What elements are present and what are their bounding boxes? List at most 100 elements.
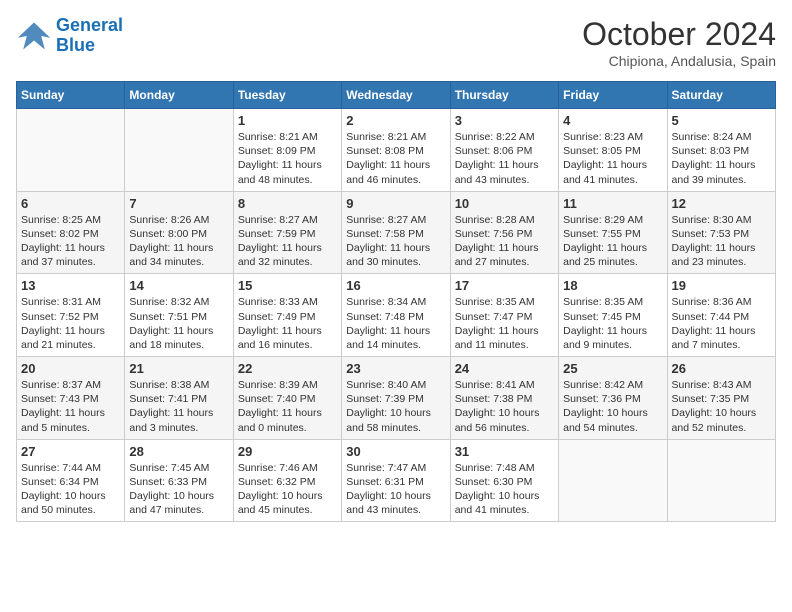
day-number: 1 xyxy=(238,113,337,128)
calendar-cell: 20 Sunrise: 8:37 AM Sunset: 7:43 PM Dayli… xyxy=(17,357,125,440)
day-info: Sunrise: 8:35 AM Sunset: 7:45 PM Dayligh… xyxy=(563,295,662,352)
day-info: Sunrise: 8:29 AM Sunset: 7:55 PM Dayligh… xyxy=(563,213,662,270)
calendar-table: SundayMondayTuesdayWednesdayThursdayFrid… xyxy=(16,81,776,522)
calendar-cell: 17 Sunrise: 8:35 AM Sunset: 7:47 PM Dayli… xyxy=(450,274,558,357)
calendar-cell: 2 Sunrise: 8:21 AM Sunset: 8:08 PM Daylig… xyxy=(342,109,450,192)
day-number: 21 xyxy=(129,361,228,376)
day-info: Sunrise: 8:39 AM Sunset: 7:40 PM Dayligh… xyxy=(238,378,337,435)
calendar-day-header: Monday xyxy=(125,82,233,109)
calendar-cell: 28Sunrise: 7:45 AM Sunset: 6:33 PM Dayli… xyxy=(125,439,233,522)
day-info: Sunrise: 8:27 AM Sunset: 7:58 PM Dayligh… xyxy=(346,213,445,270)
day-number: 23 xyxy=(346,361,445,376)
day-info: Sunrise: 8:25 AM Sunset: 8:02 PM Dayligh… xyxy=(21,213,120,270)
day-number: 31 xyxy=(455,444,554,459)
day-number: 7 xyxy=(129,196,228,211)
calendar-cell xyxy=(17,109,125,192)
calendar-cell: 29 Sunrise: 7:46 AM Sunset: 6:32 PM Dayli… xyxy=(233,439,341,522)
day-info: Sunrise: 8:31 AM Sunset: 7:52 PM Dayligh… xyxy=(21,295,120,352)
day-info: Sunrise: 7:46 AM Sunset: 6:32 PM Dayligh… xyxy=(238,461,337,518)
calendar-cell: 23 Sunrise: 8:40 AM Sunset: 7:39 PM Dayli… xyxy=(342,357,450,440)
day-number: 15 xyxy=(238,278,337,293)
day-number: 20 xyxy=(21,361,120,376)
calendar-cell xyxy=(125,109,233,192)
calendar-day-header: Tuesday xyxy=(233,82,341,109)
calendar-week-row: 1 Sunrise: 8:21 AM Sunset: 8:09 PM Daylig… xyxy=(17,109,776,192)
day-number: 25 xyxy=(563,361,662,376)
day-info: Sunrise: 8:21 AM Sunset: 8:08 PM Dayligh… xyxy=(346,130,445,187)
day-number: 30 xyxy=(346,444,445,459)
calendar-body: 1 Sunrise: 8:21 AM Sunset: 8:09 PM Daylig… xyxy=(17,109,776,522)
day-info: Sunrise: 8:23 AM Sunset: 8:05 PM Dayligh… xyxy=(563,130,662,187)
calendar-day-header: Wednesday xyxy=(342,82,450,109)
day-info: Sunrise: 8:30 AM Sunset: 7:53 PM Dayligh… xyxy=(672,213,771,270)
calendar-cell: 25 Sunrise: 8:42 AM Sunset: 7:36 PM Dayli… xyxy=(559,357,667,440)
day-info: Sunrise: 7:47 AM Sunset: 6:31 PM Dayligh… xyxy=(346,461,445,518)
calendar-day-header: Thursday xyxy=(450,82,558,109)
calendar-cell: 7 Sunrise: 8:26 AM Sunset: 8:00 PM Daylig… xyxy=(125,191,233,274)
month-title: October 2024 xyxy=(582,16,776,53)
calendar-cell: 15 Sunrise: 8:33 AM Sunset: 7:49 PM Dayli… xyxy=(233,274,341,357)
calendar-week-row: 27Sunrise: 7:44 AM Sunset: 6:34 PM Dayli… xyxy=(17,439,776,522)
day-number: 6 xyxy=(21,196,120,211)
logo-icon xyxy=(16,18,52,54)
day-number: 4 xyxy=(563,113,662,128)
location-subtitle: Chipiona, Andalusia, Spain xyxy=(582,53,776,69)
day-info: Sunrise: 7:48 AM Sunset: 6:30 PM Dayligh… xyxy=(455,461,554,518)
day-info: Sunrise: 8:40 AM Sunset: 7:39 PM Dayligh… xyxy=(346,378,445,435)
day-number: 17 xyxy=(455,278,554,293)
day-number: 2 xyxy=(346,113,445,128)
calendar-header-row: SundayMondayTuesdayWednesdayThursdayFrid… xyxy=(17,82,776,109)
calendar-cell: 21 Sunrise: 8:38 AM Sunset: 7:41 PM Dayli… xyxy=(125,357,233,440)
calendar-cell: 30 Sunrise: 7:47 AM Sunset: 6:31 PM Dayli… xyxy=(342,439,450,522)
calendar-cell: 26 Sunrise: 8:43 AM Sunset: 7:35 PM Dayli… xyxy=(667,357,775,440)
day-info: Sunrise: 8:21 AM Sunset: 8:09 PM Dayligh… xyxy=(238,130,337,187)
day-number: 28 xyxy=(129,444,228,459)
calendar-cell: 10 Sunrise: 8:28 AM Sunset: 7:56 PM Dayli… xyxy=(450,191,558,274)
calendar-week-row: 13 Sunrise: 8:31 AM Sunset: 7:52 PM Dayli… xyxy=(17,274,776,357)
day-info: Sunrise: 8:37 AM Sunset: 7:43 PM Dayligh… xyxy=(21,378,120,435)
calendar-cell: 14 Sunrise: 8:32 AM Sunset: 7:51 PM Dayli… xyxy=(125,274,233,357)
calendar-cell: 18 Sunrise: 8:35 AM Sunset: 7:45 PM Dayli… xyxy=(559,274,667,357)
day-number: 14 xyxy=(129,278,228,293)
title-block: October 2024 Chipiona, Andalusia, Spain xyxy=(582,16,776,69)
day-info: Sunrise: 8:41 AM Sunset: 7:38 PM Dayligh… xyxy=(455,378,554,435)
day-number: 8 xyxy=(238,196,337,211)
day-info: Sunrise: 8:33 AM Sunset: 7:49 PM Dayligh… xyxy=(238,295,337,352)
day-number: 22 xyxy=(238,361,337,376)
day-number: 24 xyxy=(455,361,554,376)
calendar-cell: 19Sunrise: 8:36 AM Sunset: 7:44 PM Dayli… xyxy=(667,274,775,357)
calendar-cell: 27Sunrise: 7:44 AM Sunset: 6:34 PM Dayli… xyxy=(17,439,125,522)
calendar-cell: 1 Sunrise: 8:21 AM Sunset: 8:09 PM Daylig… xyxy=(233,109,341,192)
calendar-cell: 4 Sunrise: 8:23 AM Sunset: 8:05 PM Daylig… xyxy=(559,109,667,192)
day-info: Sunrise: 8:26 AM Sunset: 8:00 PM Dayligh… xyxy=(129,213,228,270)
day-info: Sunrise: 8:42 AM Sunset: 7:36 PM Dayligh… xyxy=(563,378,662,435)
calendar-cell xyxy=(667,439,775,522)
calendar-cell: 3 Sunrise: 8:22 AM Sunset: 8:06 PM Daylig… xyxy=(450,109,558,192)
day-number: 12 xyxy=(672,196,771,211)
day-number: 10 xyxy=(455,196,554,211)
day-info: Sunrise: 8:36 AM Sunset: 7:44 PM Dayligh… xyxy=(672,295,771,352)
logo-text: General Blue xyxy=(56,16,123,56)
calendar-cell: 22 Sunrise: 8:39 AM Sunset: 7:40 PM Dayli… xyxy=(233,357,341,440)
day-number: 16 xyxy=(346,278,445,293)
day-info: Sunrise: 8:43 AM Sunset: 7:35 PM Dayligh… xyxy=(672,378,771,435)
day-info: Sunrise: 8:28 AM Sunset: 7:56 PM Dayligh… xyxy=(455,213,554,270)
day-number: 3 xyxy=(455,113,554,128)
day-number: 13 xyxy=(21,278,120,293)
day-info: Sunrise: 8:24 AM Sunset: 8:03 PM Dayligh… xyxy=(672,130,771,187)
day-info: Sunrise: 8:35 AM Sunset: 7:47 PM Dayligh… xyxy=(455,295,554,352)
day-number: 29 xyxy=(238,444,337,459)
day-info: Sunrise: 8:32 AM Sunset: 7:51 PM Dayligh… xyxy=(129,295,228,352)
calendar-cell: 6 Sunrise: 8:25 AM Sunset: 8:02 PM Daylig… xyxy=(17,191,125,274)
day-number: 9 xyxy=(346,196,445,211)
calendar-cell: 24 Sunrise: 8:41 AM Sunset: 7:38 PM Dayli… xyxy=(450,357,558,440)
day-number: 26 xyxy=(672,361,771,376)
calendar-cell: 11Sunrise: 8:29 AM Sunset: 7:55 PM Dayli… xyxy=(559,191,667,274)
calendar-cell: 16Sunrise: 8:34 AM Sunset: 7:48 PM Dayli… xyxy=(342,274,450,357)
day-info: Sunrise: 8:22 AM Sunset: 8:06 PM Dayligh… xyxy=(455,130,554,187)
day-number: 18 xyxy=(563,278,662,293)
day-number: 5 xyxy=(672,113,771,128)
day-info: Sunrise: 8:38 AM Sunset: 7:41 PM Dayligh… xyxy=(129,378,228,435)
day-number: 27 xyxy=(21,444,120,459)
calendar-cell: 13 Sunrise: 8:31 AM Sunset: 7:52 PM Dayli… xyxy=(17,274,125,357)
